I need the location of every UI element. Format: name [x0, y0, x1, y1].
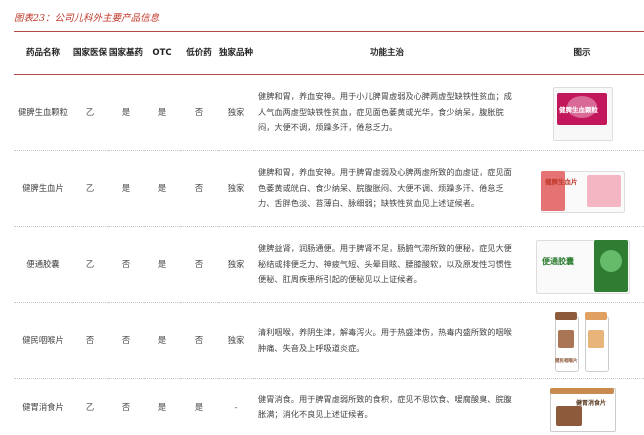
header-image: 图示: [520, 32, 644, 75]
image-cell: 便通胶囊: [520, 227, 644, 303]
otc-cell: 是: [144, 303, 180, 379]
lowprice-cell: 否: [180, 227, 218, 303]
pack-label: 健民咽喉片: [555, 354, 578, 369]
function-cell: 健胃消食。用于脾胃虚弱所致的食积，症见不思饮食、嗳腐酸臭、脘腹胀满；消化不良见上…: [254, 379, 520, 435]
image-cell: 健脾生血颗粒: [520, 75, 644, 151]
drug-name: 健脾生血颗粒: [14, 75, 72, 151]
otc-cell: 是: [144, 379, 180, 435]
function-cell: 健脾益肾，润肠通便。用于脾肾不足，肠腑气滞所致的便秘，症见大便秘结或排便乏力、神…: [254, 227, 520, 303]
product-image-digestive: 健胃消食片: [542, 382, 622, 432]
otc-cell: 是: [144, 75, 180, 151]
drug-name: 健胃消食片: [14, 379, 72, 435]
table-row: 健胃消食片 乙 否 是 是 - 健胃消食。用于脾胃虚弱所致的食积，症见不思饮食、…: [14, 379, 644, 435]
insurance-cell: 乙: [72, 151, 108, 227]
table-row: 便通胶囊 乙 否 是 否 独家 健脾益肾，润肠通便。用于脾肾不足，肠腑气滞所致的…: [14, 227, 644, 303]
header-name: 药品名称: [14, 32, 72, 75]
pack-label: 健胃消食片: [576, 396, 606, 411]
table-header-row: 药品名称 国家医保 国家基药 OTC 低价药 独家品种 功能主治 图示: [14, 32, 644, 75]
essential-cell: 否: [108, 379, 144, 435]
lowprice-cell: 否: [180, 303, 218, 379]
lowprice-cell: 否: [180, 75, 218, 151]
insurance-cell: 乙: [72, 379, 108, 435]
exclusive-cell: 独家: [218, 303, 254, 379]
essential-cell: 否: [108, 227, 144, 303]
insurance-cell: 乙: [72, 227, 108, 303]
exclusive-cell: 独家: [218, 227, 254, 303]
header-insurance: 国家医保: [72, 32, 108, 75]
otc-cell: 是: [144, 227, 180, 303]
essential-cell: 是: [108, 75, 144, 151]
function-cell: 清利咽喉，养阴生津，解毒泻火。用于热盛津伤，热毒内盛所致的咽喉肿痛、失音及上呼吸…: [254, 303, 520, 379]
exclusive-cell: 独家: [218, 151, 254, 227]
essential-cell: 否: [108, 303, 144, 379]
product-image-capsules: 便通胶囊: [532, 234, 632, 296]
table-row: 健脾生血片 乙 是 是 否 独家 健脾和胃，养血安神。用于脾胃虚弱及心脾两虚所致…: [14, 151, 644, 227]
header-essential: 国家基药: [108, 32, 144, 75]
drug-name: 便通胶囊: [14, 227, 72, 303]
table-row: 健脾生血颗粒 乙 是 是 否 独家 健脾和胃，养血安神。用于小儿脾胃虚弱及心脾两…: [14, 75, 644, 151]
header-exclusive: 独家品种: [218, 32, 254, 75]
product-table: 药品名称 国家医保 国家基药 OTC 低价药 独家品种 功能主治 图示 健脾生血…: [14, 32, 644, 435]
lowprice-cell: 否: [180, 151, 218, 227]
drug-name: 健脾生血片: [14, 151, 72, 227]
exclusive-cell: 独家: [218, 75, 254, 151]
pack-label: 健脾生血片: [545, 175, 578, 190]
image-cell: 健脾生血片: [520, 151, 644, 227]
otc-cell: 是: [144, 151, 180, 227]
pack-label: 健脾生血颗粒: [559, 103, 598, 118]
pack-label: 便通胶囊: [542, 254, 574, 269]
image-cell: 健民咽喉片: [520, 303, 644, 379]
insurance-cell: 乙: [72, 75, 108, 151]
essential-cell: 是: [108, 151, 144, 227]
function-cell: 健脾和胃，养血安神。用于脾胃虚弱及心脾两虚所致的血虚证，症见面色萎黄或㿠白、食少…: [254, 151, 520, 227]
drug-name: 健民咽喉片: [14, 303, 72, 379]
header-otc: OTC: [144, 32, 180, 75]
header-function: 功能主治: [254, 32, 520, 75]
lowprice-cell: 是: [180, 379, 218, 435]
insurance-cell: 否: [72, 303, 108, 379]
product-image-tablets: 健脾生血片: [537, 159, 627, 219]
header-lowprice: 低价药: [180, 32, 218, 75]
exclusive-cell: -: [218, 379, 254, 435]
product-image-lozenges: 健民咽喉片: [547, 308, 617, 374]
function-cell: 健脾和胃，养血安神。用于小儿脾胃虚弱及心脾两虚型缺铁性贫血；成人气血两虚型缺铁性…: [254, 75, 520, 151]
table-row: 健民咽喉片 否 否 是 否 独家 清利咽喉，养阴生津，解毒泻火。用于热盛津伤，热…: [14, 303, 644, 379]
image-cell: 健胃消食片: [520, 379, 644, 435]
product-image-granules: 健脾生血颗粒: [547, 83, 617, 143]
figure-caption: 图表23：公司儿科外主要产品信息: [14, 10, 159, 24]
